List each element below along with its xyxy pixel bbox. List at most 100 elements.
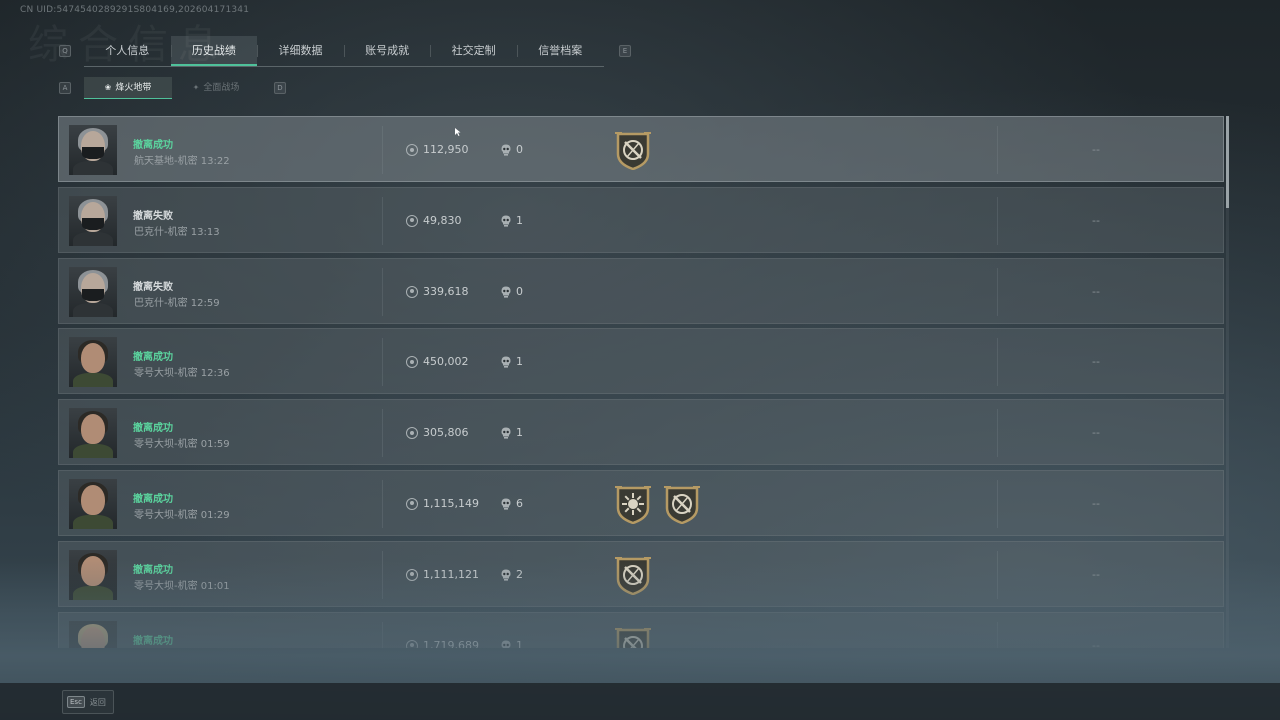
column-divider: [382, 126, 383, 174]
coin-icon: [406, 639, 418, 648]
skull-icon: [501, 640, 511, 648]
bottom-bar: [0, 683, 1280, 720]
kill-count: 6: [516, 496, 523, 510]
map-and-time: 零号大坝-机密 01:59: [134, 439, 230, 451]
coin-icon: [406, 356, 418, 369]
coin-icon: [406, 285, 418, 298]
extra-info: --: [1092, 284, 1100, 298]
column-divider: [997, 267, 998, 316]
operator-avatar: [69, 125, 117, 175]
back-button-label: 返回: [89, 697, 106, 707]
skull-icon: [501, 215, 511, 227]
main-tabs: 个人信息 历史战绩 详细数据 账号成就 社交定制 信誉档案: [84, 36, 604, 67]
back-button[interactable]: Esc 返回: [62, 690, 114, 714]
mouse-cursor-icon: [455, 128, 461, 136]
coin-icon: [406, 214, 418, 227]
column-divider: [382, 621, 383, 648]
extracted-value: 339,618: [423, 284, 469, 298]
skull-icon: [501, 144, 511, 156]
extraction-status: 撤离成功: [133, 352, 173, 364]
subtab-prev-key-hint[interactable]: A: [59, 82, 71, 94]
column-divider: [382, 479, 383, 528]
map-and-time: 航天基地-机密 13:22: [134, 156, 230, 167]
match-row[interactable]: 撤离失败 巴克什-机密 12:59 339,618 0 --: [58, 257, 1224, 324]
extracted-value: 1,115,149: [423, 496, 479, 510]
extra-info: --: [1092, 496, 1100, 510]
skull-icon: [501, 427, 511, 439]
kill-count: 0: [516, 284, 523, 298]
coin-icon: [406, 427, 418, 440]
extraction-status: 撤离失败: [133, 210, 173, 222]
extraction-status: 撤离成功: [133, 493, 173, 505]
crossed-arrows-badge[interactable]: [614, 626, 652, 648]
extracted-value: 1,111,121: [423, 567, 479, 581]
tab-prev-key-hint[interactable]: Q: [59, 45, 71, 57]
kill-count: 1: [516, 213, 523, 227]
match-row[interactable]: 撤离失败 巴克什-机密 13:13 49,830 1 --: [58, 186, 1224, 253]
subtab-0[interactable]: ❀ 烽火地带: [84, 77, 172, 99]
operator-avatar: [69, 620, 117, 648]
column-divider: [997, 338, 998, 387]
extraction-status: 撤离成功: [133, 564, 173, 576]
tab-2[interactable]: 详细数据: [257, 36, 344, 66]
map-and-time: 零号大坝-机密 01:01: [134, 580, 230, 592]
fire-zone-icon: ❀: [104, 83, 112, 92]
kill-count: 1: [516, 426, 523, 440]
crossed-arrows-badge[interactable]: [663, 484, 701, 524]
tab-1[interactable]: 历史战绩: [170, 36, 258, 66]
extra-info: --: [1092, 143, 1100, 156]
tab-5[interactable]: 信誉档案: [516, 36, 604, 66]
extracted-value: 1,719,689: [423, 638, 479, 648]
column-divider: [997, 196, 998, 245]
skull-icon: [501, 498, 511, 510]
kill-count: 1: [516, 355, 523, 369]
match-row[interactable]: 撤离成功零号大坝-机密 01:29 1,115,149 6 --: [58, 469, 1224, 536]
match-row[interactable]: 撤离成功 零号大坝-机密 01:01 1,111,121 2 --: [58, 540, 1224, 607]
match-row[interactable]: 撤离成功零号大坝-机密 00:001,719,6891--: [58, 611, 1224, 648]
extracted-value: 305,806: [423, 426, 469, 440]
crossed-arrows-badge[interactable]: [614, 555, 652, 595]
kill-count: 0: [516, 143, 523, 156]
badge-list: [614, 626, 652, 648]
match-row[interactable]: 撤离成功 零号大坝-机密 12:36 450,002 1 --: [58, 328, 1224, 395]
column-divider: [382, 338, 383, 387]
coin-icon: [406, 568, 418, 581]
badge-list: [614, 555, 652, 595]
match-history-list: 撤离成功 航天基地-机密 13:22 112,950 0 -- 撤离失败 巴克什-机密 13…: [58, 116, 1224, 648]
coin-icon: [406, 144, 418, 156]
extraction-status: 撤离成功: [133, 635, 173, 647]
operator-avatar: [69, 195, 117, 246]
column-divider: [382, 267, 383, 316]
column-divider: [997, 621, 998, 648]
extraction-status: 撤离成功: [133, 140, 173, 151]
scrollbar[interactable]: [1226, 116, 1229, 648]
column-divider: [997, 126, 998, 174]
column-divider: [997, 409, 998, 458]
map-and-time: 巴克什-机密 12:59: [134, 297, 220, 309]
subtab-1[interactable]: ✦ 全面战场: [172, 77, 260, 99]
tab-3[interactable]: 账号成就: [343, 36, 431, 66]
subtab-next-key-hint[interactable]: D: [274, 82, 286, 94]
scrollbar-thumb[interactable]: [1226, 116, 1229, 208]
tab-0[interactable]: 个人信息: [84, 36, 171, 66]
skull-icon: [501, 569, 511, 581]
match-row[interactable]: 撤离成功零号大坝-机密 01:59 305,806 1 --: [58, 399, 1224, 466]
kill-count: 2: [516, 567, 523, 581]
extra-info: --: [1092, 638, 1100, 648]
extracted-value: 49,830: [423, 213, 462, 227]
skull-icon: [501, 356, 511, 368]
subtab-label: 全面战场: [203, 83, 240, 93]
extra-info: --: [1092, 213, 1100, 227]
subtab-label: 烽火地带: [115, 83, 152, 93]
match-row[interactable]: 撤离成功 航天基地-机密 13:22 112,950 0 --: [58, 116, 1224, 182]
map-and-time: 零号大坝-机密 01:29: [134, 509, 230, 521]
crossed-arrows-badge[interactable]: [614, 130, 652, 170]
extra-info: --: [1092, 426, 1100, 440]
coin-icon: [406, 497, 418, 510]
extraction-status: 撤离成功: [133, 423, 173, 435]
tab-next-key-hint[interactable]: E: [619, 45, 631, 57]
sunburst-badge[interactable]: [614, 484, 652, 524]
esc-key-icon: Esc: [67, 696, 85, 708]
tab-4[interactable]: 社交定制: [430, 36, 517, 66]
column-divider: [382, 550, 383, 599]
